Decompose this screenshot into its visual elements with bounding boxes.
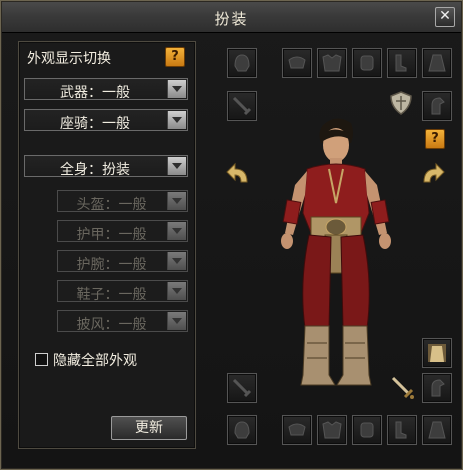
rotate-left-button[interactable]: [225, 162, 251, 186]
sword-icon: [232, 96, 252, 116]
shield-icon[interactable]: [390, 91, 412, 115]
preview-help-button[interactable]: ?: [425, 129, 445, 149]
armor-dropdown: 护甲：一般: [57, 220, 188, 243]
helmet-icon: [234, 54, 250, 72]
helmet-icon: [234, 421, 250, 439]
rotate-left-icon: [226, 162, 248, 183]
helmet-dropdown: 头盔：一般: [57, 190, 188, 213]
chevron-down-icon: [167, 222, 186, 240]
horse-icon: [431, 97, 445, 115]
bracer-costume-slot[interactable]: [352, 415, 382, 445]
fullbody-dropdown-value: 全身：扮装: [60, 162, 130, 178]
sword-cursor-icon: [390, 375, 416, 401]
mount-dropdown[interactable]: 座骑：一般: [24, 109, 188, 132]
hide-all-label: 隐藏全部外观: [53, 353, 137, 369]
boots-icon: [395, 421, 407, 439]
costume-window: 扮装 ✕ 外观显示切换 ? 武器：一般 座骑：一般 全身：扮装 头盔：一般 护甲…: [0, 0, 463, 470]
question-icon: ?: [431, 131, 439, 146]
cloak-slot[interactable]: [422, 48, 452, 78]
rotate-right-icon: [423, 162, 445, 183]
bracer-dropdown-value: 护腕：一般: [76, 257, 147, 273]
close-icon: ✕: [439, 8, 451, 24]
bracer-icon: [360, 422, 374, 438]
chevron-down-icon: [167, 282, 186, 300]
shoes-dropdown: 鞋子：一般: [57, 280, 188, 303]
horse-icon: [431, 379, 445, 397]
costume-slot[interactable]: [422, 338, 452, 368]
bracer-slot[interactable]: [352, 48, 382, 78]
cloak-dropdown-value: 披风：一般: [76, 317, 147, 333]
cloak-icon: [428, 421, 446, 439]
sword-icon: [232, 378, 252, 398]
armor-dropdown-value: 护甲：一般: [76, 227, 147, 243]
bracer-icon: [360, 55, 374, 71]
boots-slot[interactable]: [387, 48, 417, 78]
boots-icon: [395, 54, 407, 72]
weapon-slot[interactable]: [227, 91, 257, 121]
shoulder-slot[interactable]: [282, 48, 312, 78]
hide-all-checkbox[interactable]: [35, 353, 48, 366]
fullbody-dropdown[interactable]: 全身：扮装: [24, 155, 188, 178]
cloak-costume-slot[interactable]: [422, 415, 452, 445]
helmet-slot[interactable]: [227, 48, 257, 78]
shoulder-costume-slot[interactable]: [282, 415, 312, 445]
chevron-down-icon[interactable]: [167, 157, 186, 175]
mount-costume-slot[interactable]: [422, 373, 452, 403]
title-bar[interactable]: 扮装 ✕: [2, 2, 461, 33]
mount-slot[interactable]: [422, 91, 452, 121]
chevron-down-icon: [167, 312, 186, 330]
mount-dropdown-value: 座骑：一般: [60, 116, 130, 132]
help-button[interactable]: ?: [165, 47, 185, 67]
appearance-toggle-panel: 外观显示切换 ? 武器：一般 座骑：一般 全身：扮装 头盔：一般 护甲：一般 护…: [18, 41, 196, 449]
armor-icon: [322, 54, 342, 72]
chevron-down-icon: [167, 192, 186, 210]
helmet-costume-slot[interactable]: [227, 415, 257, 445]
bracer-dropdown: 护腕：一般: [57, 250, 188, 273]
question-icon: ?: [171, 49, 179, 64]
chevron-down-icon[interactable]: [167, 80, 186, 98]
helmet-dropdown-value: 头盔：一般: [76, 197, 147, 213]
update-button[interactable]: 更新: [111, 416, 187, 440]
cloak-dropdown: 披风：一般: [57, 310, 188, 333]
chevron-down-icon[interactable]: [167, 111, 186, 129]
boots-costume-slot[interactable]: [387, 415, 417, 445]
close-button[interactable]: ✕: [435, 7, 455, 27]
armor-slot[interactable]: [317, 48, 347, 78]
armor-icon: [322, 421, 342, 439]
cloak-icon: [428, 54, 446, 72]
appearance-toggle-title: 外观显示切换: [27, 51, 111, 67]
rotate-right-button[interactable]: [420, 162, 446, 186]
armor-costume-slot[interactable]: [317, 415, 347, 445]
shoulder-icon: [288, 423, 306, 436]
character-model[interactable]: [271, 113, 401, 398]
shoes-dropdown-value: 鞋子：一般: [76, 287, 147, 303]
chevron-down-icon: [167, 252, 186, 270]
costume-icon: [428, 344, 446, 362]
weapon-dropdown-value: 武器：一般: [60, 85, 130, 101]
window-title: 扮装: [214, 10, 249, 28]
shoulder-icon: [288, 56, 306, 69]
weapon-dropdown[interactable]: 武器：一般: [24, 78, 188, 101]
weapon-costume-slot[interactable]: [227, 373, 257, 403]
